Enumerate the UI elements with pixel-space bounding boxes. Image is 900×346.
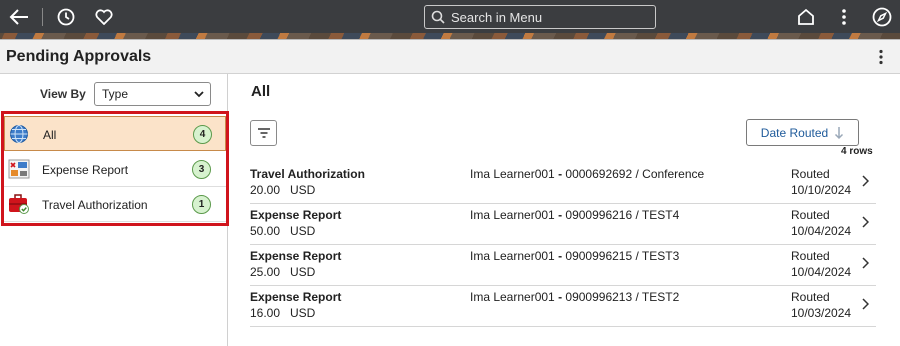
description-separator: - [554,290,566,304]
search-icon [431,10,445,24]
sort-descending-arrow-icon [835,126,844,139]
row-description: Ima Learner001 - 0900996215 / TEST3 [470,249,679,263]
routing-status: Routed [791,208,830,222]
transaction-type: Expense Report [250,208,342,222]
transaction-type: Travel Authorization [250,167,365,181]
row-description: Ima Learner001 - 0000692692 / Conference [470,167,704,181]
amount: 25.00 [250,265,281,279]
transaction-reference: 0900996216 / TEST4 [565,208,680,222]
routing-status: Routed [791,249,830,263]
description-separator: - [554,167,566,181]
page-actions-icon[interactable] [872,48,890,66]
table-row[interactable]: Travel Authorization 20.00 USD Ima Learn… [250,163,876,204]
transaction-type: Expense Report [250,249,342,263]
favorites-heart-icon[interactable] [91,4,117,30]
amount: 20.00 [250,183,281,197]
back-arrow-icon[interactable] [6,4,32,30]
routed-date: 10/04/2024 [791,224,852,238]
left-filter-panel: View By Type All 4 Expense Report 3 Trav… [0,74,229,346]
page-title: Pending Approvals [6,48,152,65]
requester-name: Ima Learner001 [470,208,555,222]
transaction-reference: 0900996213 / TEST2 [565,290,680,304]
filter-button[interactable] [250,120,277,146]
page-header: Pending Approvals [0,40,900,74]
amount: 16.00 [250,306,281,320]
chevron-right-icon [862,257,869,269]
routed-date: 10/10/2024 [791,183,852,197]
currency: USD [290,306,316,320]
chevron-right-icon [862,175,869,187]
search-placeholder: Search in Menu [451,9,543,25]
amount: 50.00 [250,224,281,238]
chevron-down-icon [194,91,204,98]
transaction-type: Expense Report [250,290,342,304]
chevron-right-icon [862,216,869,228]
table-row[interactable]: Expense Report 16.00 USD Ima Learner001 … [250,286,876,327]
routing-status: Routed [791,290,830,304]
sort-label: Date Routed [760,125,829,140]
routing-status: Routed [791,167,830,181]
transaction-reference: 0000692692 / Conference [565,167,705,181]
table-row[interactable]: Expense Report 50.00 USD Ima Learner001 … [250,204,876,245]
description-separator: - [554,249,566,263]
view-by-label: View By [40,87,86,101]
approvals-list-panel: All Date Routed 4 rows Travel Authorizat… [229,74,900,346]
currency: USD [290,183,316,197]
transaction-reference: 0900996215 / TEST3 [565,249,680,263]
requester-name: Ima Learner001 [470,249,555,263]
chevron-right-icon [862,298,869,310]
requester-name: Ima Learner001 [470,167,555,181]
recent-history-icon[interactable] [53,4,79,30]
currency: USD [290,265,316,279]
home-icon[interactable] [793,4,819,30]
sort-date-routed-button[interactable]: Date Routed [746,119,859,146]
table-row[interactable]: Expense Report 25.00 USD Ima Learner001 … [250,245,876,286]
routed-date: 10/03/2024 [791,306,852,320]
description-separator: - [554,208,566,222]
row-description: Ima Learner001 - 0900996216 / TEST4 [470,208,679,222]
routed-date: 10/04/2024 [791,265,852,279]
toolbar-divider [42,8,43,26]
row-count: 4 rows [841,146,873,157]
annotation-highlight-box [1,111,229,226]
navigator-compass-icon[interactable] [869,4,895,30]
search-menu-input[interactable]: Search in Menu [424,5,656,29]
view-by-selected-value: Type [102,87,129,101]
filter-icon [257,128,270,138]
view-by-select[interactable]: Type [94,82,211,106]
row-description: Ima Learner001 - 0900996213 / TEST2 [470,290,679,304]
more-actions-icon[interactable] [831,4,857,30]
top-banner: Search in Menu [0,0,900,40]
currency: USD [290,224,316,238]
list-title: All [251,83,271,100]
requester-name: Ima Learner001 [470,290,555,304]
